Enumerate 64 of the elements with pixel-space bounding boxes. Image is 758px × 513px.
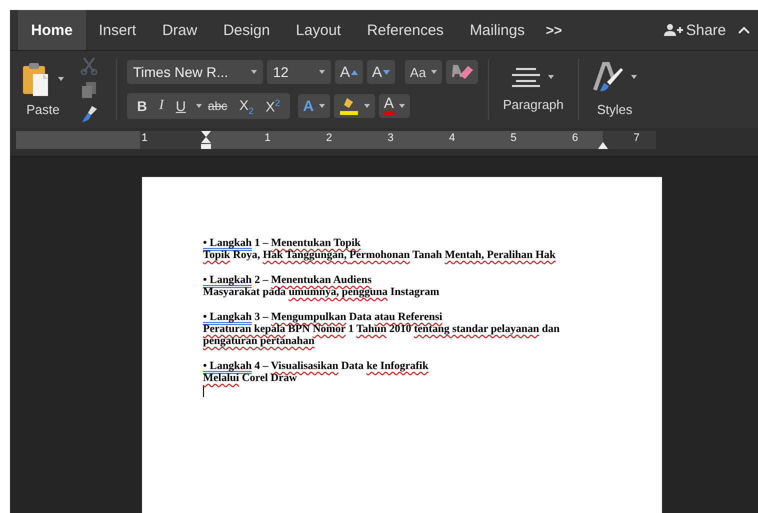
text-line: Topik Roya, Hak Tanggungan, Permohonan Tanah Mentah, Peralihan Hak [203, 249, 557, 261]
arrow-up-icon [351, 70, 358, 74]
caret-icon [548, 75, 554, 79]
arrow-down-icon [383, 70, 390, 74]
italic-button[interactable]: I [153, 98, 170, 114]
subscript-button[interactable]: X$_{2}$ [233, 96, 260, 116]
text-line: Melalui Corel Draw [203, 372, 298, 384]
caret-icon [319, 70, 325, 74]
ruler[interactable]: 1 1 2 3 4 5 6 7 [16, 131, 656, 149]
caret-icon [430, 70, 437, 74]
text-line: Masyarakat pada umumnya, pengguna Instagram [203, 286, 440, 298]
right-indent-marker-icon [598, 142, 608, 149]
paragraph-button[interactable]: Paragraph [492, 51, 574, 128]
superscript-button[interactable]: X$^{2}$ [260, 98, 286, 114]
styles-button[interactable]: Styles [582, 51, 647, 128]
shrink-font-button[interactable]: A [367, 60, 396, 84]
ribbon-tab[interactable]: Home [18, 10, 86, 50]
eraser-icon [450, 63, 473, 81]
ribbon-tab[interactable]: Layout [282, 10, 354, 50]
chevron-up-icon [738, 26, 750, 34]
caret-icon [398, 104, 405, 108]
clear-formatting-button[interactable] [446, 60, 478, 84]
caret-icon [251, 70, 257, 74]
indent-marker-icon [201, 131, 211, 149]
ruler-number: 7 [634, 132, 640, 144]
ruler-number: 4 [449, 132, 456, 144]
person-add-icon [664, 23, 684, 37]
ribbon-tab[interactable]: Insert [86, 10, 150, 50]
change-case-button[interactable]: Aa [405, 60, 442, 84]
caret-icon [196, 104, 202, 108]
ruler-number: 1 [264, 132, 271, 144]
text-line: • Langkah 1 – Menentukan Topik [203, 237, 362, 249]
ribbon-tab[interactable]: References [354, 10, 457, 50]
caret-icon [58, 77, 64, 81]
bold-button[interactable]: B [131, 98, 154, 114]
ribbon-tab[interactable]: Design [210, 10, 283, 50]
text-line: • Langkah 4 – Visualisasikan Data ke Infografik [203, 360, 430, 372]
more-tabs-button[interactable]: >> [538, 22, 570, 38]
paintbrush-icon[interactable] [80, 104, 98, 122]
font-name-dropdown[interactable]: Times New R... [127, 60, 263, 84]
share-button[interactable]: Share [658, 22, 732, 38]
caret-icon [364, 104, 370, 108]
grow-font-button[interactable]: A [335, 60, 364, 84]
text-line: Peraturan kepala BPN Nomor 1 Tahun 2010 tentang standar pelayanan dan pengaturan pertanahan [203, 323, 561, 347]
clipboard-icon [22, 62, 50, 96]
ruler-number: 5 [510, 132, 517, 144]
ruler-number: 3 [388, 132, 394, 144]
paste-button[interactable]: Paste [16, 51, 70, 128]
ribbon-tab[interactable]: Draw [149, 10, 210, 50]
styles-brush-icon [592, 62, 623, 92]
font-size-dropdown[interactable]: 12 [267, 60, 331, 84]
align-lines-icon [512, 67, 540, 87]
text-line: • Langkah 3 – Mengumpulkan Data atau Referensi [203, 311, 444, 323]
ruler-number: 1 [142, 132, 148, 144]
highlight-button[interactable] [334, 94, 375, 118]
underline-button[interactable]: U [170, 98, 192, 114]
caret-icon [318, 104, 325, 108]
text-line: • Langkah 2 – Menentukan Audiens [203, 274, 373, 286]
ruler-number: 2 [326, 132, 332, 144]
strikethrough-button[interactable]: abc [202, 99, 234, 113]
caret-icon [630, 75, 637, 79]
font-color-button[interactable]: A [378, 94, 410, 118]
ribbon-tab[interactable]: Mailings [456, 10, 538, 50]
ruler-number: 6 [572, 132, 578, 144]
